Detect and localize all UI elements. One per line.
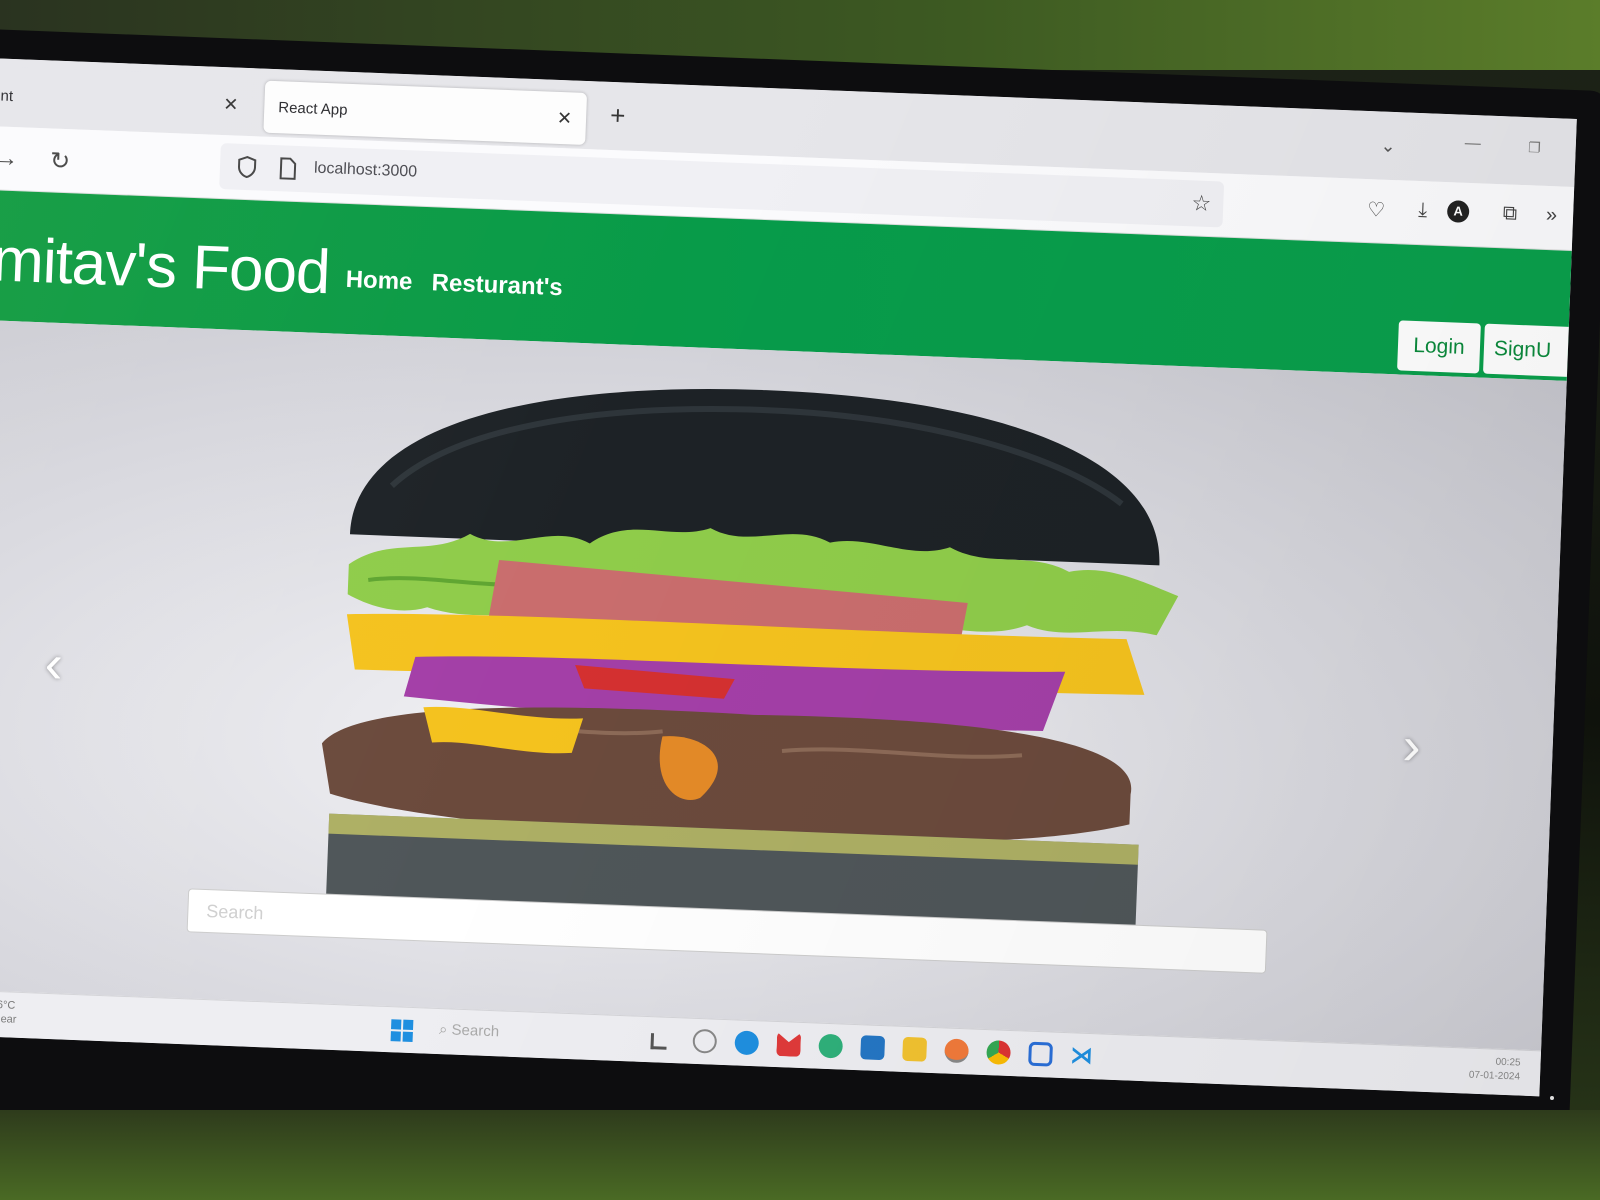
pocket-icon[interactable]: ♡ xyxy=(1367,197,1386,223)
carousel-next-icon[interactable]: › xyxy=(1401,715,1421,778)
task-view-icon[interactable] xyxy=(650,1033,668,1050)
brand-title[interactable]: mitav's Food xyxy=(0,224,331,308)
account-icon[interactable]: A xyxy=(1446,200,1470,223)
nav-link-home[interactable]: Home xyxy=(345,266,413,297)
url-text: localhost:3000 xyxy=(313,159,418,181)
extensions-icon[interactable]: ⧉ xyxy=(1502,202,1517,226)
signup-button[interactable]: SignU xyxy=(1482,323,1569,377)
reload-icon[interactable]: ↻ xyxy=(50,146,71,176)
shield-icon xyxy=(238,155,257,179)
monitor-screen: nt ✕ React App ✕ + ⌄ — ❐ → ↻ localhost:3… xyxy=(0,58,1577,1097)
browser-tab-active[interactable]: React App ✕ xyxy=(263,80,588,145)
firefox-icon[interactable] xyxy=(944,1038,970,1064)
hero-carousel: ‹ › xyxy=(0,319,1567,1051)
close-icon[interactable]: ✕ xyxy=(557,107,573,129)
nav-link-restaurants[interactable]: Resturant's xyxy=(431,269,563,302)
overflow-icon[interactable]: » xyxy=(1546,204,1558,227)
carousel-prev-icon[interactable]: ‹ xyxy=(44,633,64,696)
forward-icon[interactable]: → xyxy=(0,144,19,173)
weather-temp: 16°C xyxy=(0,998,16,1012)
login-button[interactable]: Login xyxy=(1397,320,1481,374)
mail-icon[interactable] xyxy=(860,1035,886,1061)
remote-desktop-icon[interactable] xyxy=(1028,1041,1053,1067)
taskbar-search[interactable]: ⌕ Search xyxy=(439,1021,500,1040)
weather-widget[interactable]: 1 16°C Clear xyxy=(0,997,17,1027)
store-icon[interactable] xyxy=(818,1033,844,1059)
tab-title: React App xyxy=(277,98,348,119)
clock-date: 07-01-2024 xyxy=(1468,1069,1521,1083)
weather-text: Clear xyxy=(0,1012,17,1026)
chevron-down-icon[interactable]: ⌄ xyxy=(1380,136,1396,158)
star-icon[interactable]: ☆ xyxy=(1191,190,1212,217)
mcafee-icon[interactable] xyxy=(776,1032,801,1057)
folder-icon[interactable] xyxy=(902,1036,928,1062)
browser-tab[interactable]: nt ✕ xyxy=(0,65,254,135)
restore-icon[interactable]: ❐ xyxy=(1528,139,1541,156)
chat-icon[interactable] xyxy=(692,1028,718,1054)
system-clock[interactable]: 00:25 07-01-2024 xyxy=(1469,1055,1521,1085)
close-icon[interactable]: ✕ xyxy=(223,94,239,116)
chrome-icon[interactable] xyxy=(986,1040,1012,1065)
minimize-icon[interactable]: — xyxy=(1464,135,1481,154)
taskbar-search-label: Search xyxy=(451,1021,500,1041)
desk-surface xyxy=(0,1110,1600,1200)
page-icon xyxy=(279,157,297,180)
edge-icon[interactable] xyxy=(734,1030,760,1056)
power-indicator xyxy=(1550,1096,1554,1100)
download-icon[interactable]: ⤓ xyxy=(1418,199,1428,222)
clock-time: 00:25 xyxy=(1495,1056,1521,1069)
tab-title: nt xyxy=(0,87,14,105)
vscode-icon[interactable]: ⋊ xyxy=(1070,1042,1095,1068)
start-icon[interactable] xyxy=(390,1019,414,1043)
new-tab-button[interactable]: + xyxy=(610,100,626,132)
